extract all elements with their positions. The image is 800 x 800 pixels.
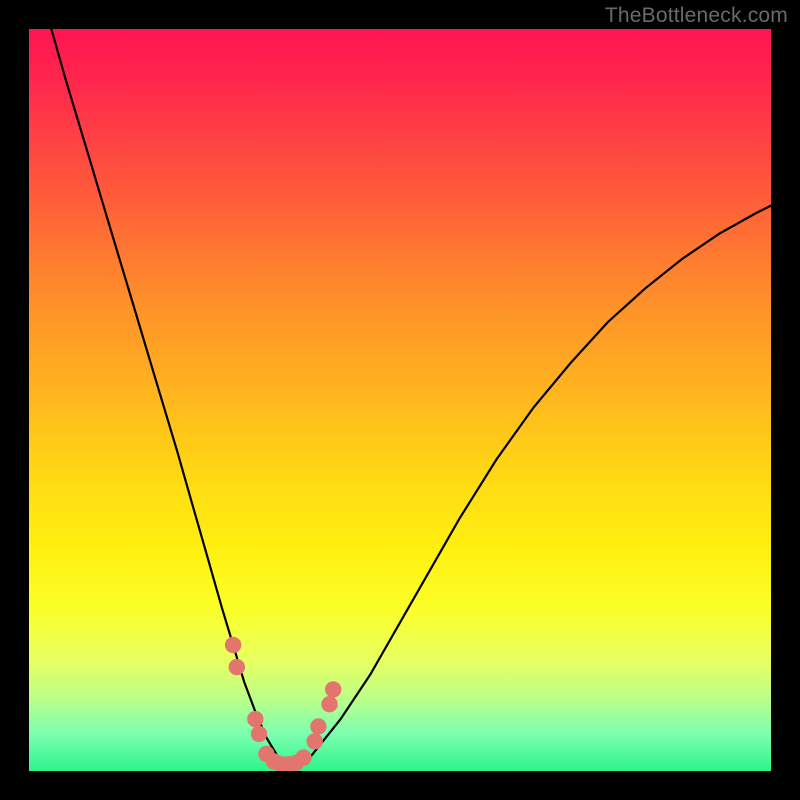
- chart-plot-area: [29, 29, 771, 771]
- curve-marker: [247, 711, 263, 727]
- curve-marker: [321, 696, 337, 712]
- curve-marker: [229, 659, 245, 675]
- curve-marker: [307, 733, 323, 749]
- curve-marker: [295, 749, 311, 765]
- curve-markers: [225, 637, 341, 771]
- chart-frame: TheBottleneck.com: [0, 0, 800, 800]
- curve-marker: [310, 718, 326, 734]
- chart-svg-layer: [29, 29, 771, 771]
- curve-marker: [325, 681, 341, 697]
- curve-marker: [251, 726, 267, 742]
- curve-marker: [225, 637, 241, 653]
- bottleneck-curve: [51, 29, 771, 767]
- watermark-text: TheBottleneck.com: [605, 4, 788, 28]
